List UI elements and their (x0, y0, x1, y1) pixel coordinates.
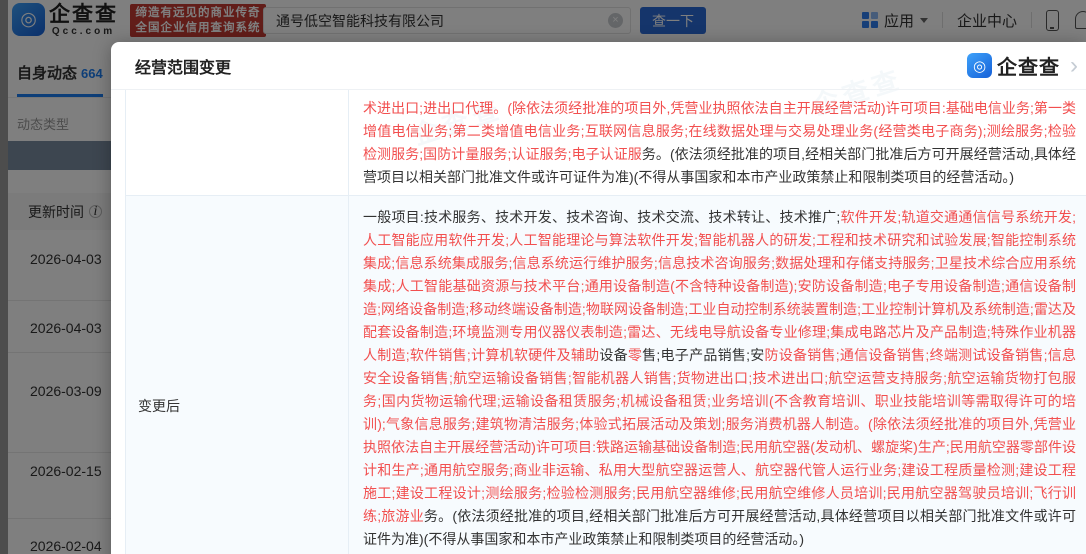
row-label-cell: 变更后 (126, 196, 349, 554)
panel-header: 经营范围变更 ◎ 企查查 › (111, 42, 1086, 90)
chevron-right-icon[interactable]: › (1070, 56, 1078, 76)
row-label-cell (126, 90, 349, 195)
table-row-previous: 术进出口;进出口代理。(除依法须经批准的项目外,凭营业执照依法自主开展经营活动)… (126, 90, 1086, 196)
table-row-after: 变更后 一般项目:技术服务、技术开发、技术咨询、技术交流、技术转让、技术推广;软… (126, 196, 1086, 554)
scope-text-previous: 术进出口;进出口代理。(除依法须经批准的项目外,凭营业执照依法自主开展经营活动)… (349, 90, 1086, 195)
page-title: 经营范围变更 (135, 54, 231, 78)
change-table: 术进出口;进出口代理。(除依法须经批准的项目外,凭营业执照依法自主开展经营活动)… (125, 90, 1086, 554)
row-label: 变更后 (138, 396, 180, 416)
scope-text-after: 一般项目:技术服务、技术开发、技术咨询、技术交流、技术转让、技术推广;软件开发;… (349, 196, 1086, 554)
panel-brand: ◎ 企查查 › (967, 51, 1078, 80)
qcc-mini-logo-text: 企查查 (997, 51, 1060, 80)
business-scope-change-panel: 企查查 企查查 企查查 企查查 企查查 经营范围变更 ◎ 企查查 › 术进出口;… (111, 42, 1086, 554)
qcc-mini-logo-icon: ◎ (967, 53, 992, 78)
